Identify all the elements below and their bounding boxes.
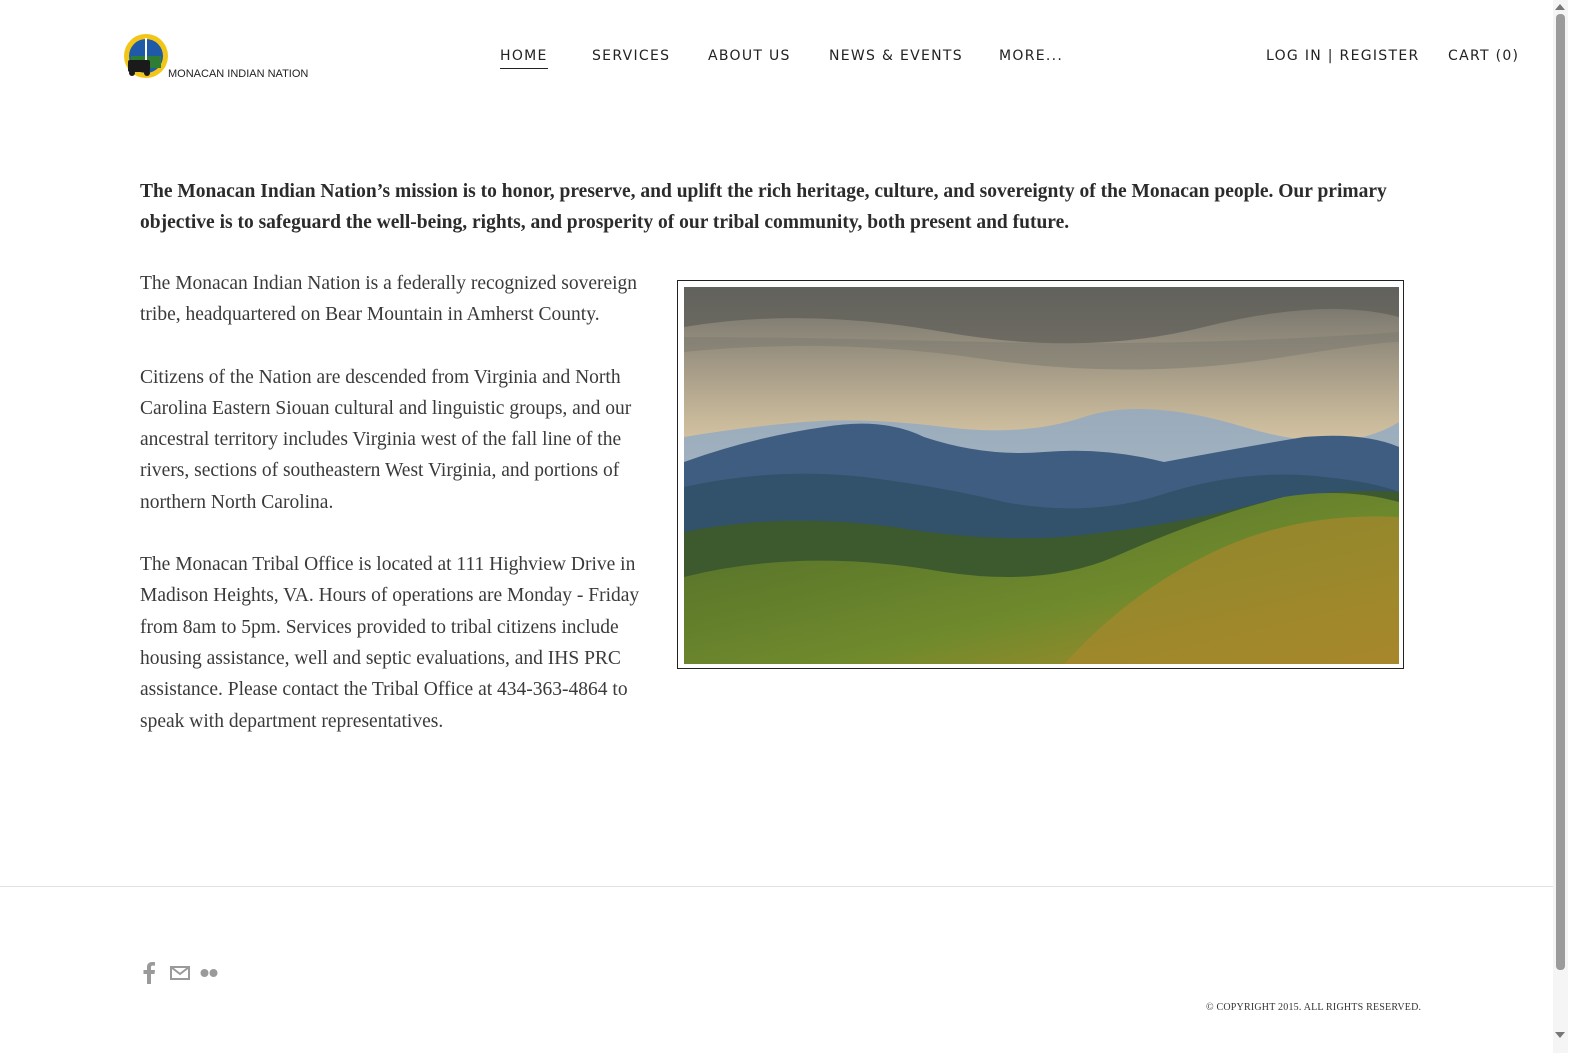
site-logo[interactable]: MONACAN INDIAN NATION (122, 32, 308, 82)
nav-home[interactable]: HOME (500, 48, 548, 69)
intro-text: The Monacan Indian Nation is a federally… (140, 268, 670, 768)
mail-icon[interactable] (170, 966, 190, 980)
nav-about-us[interactable]: ABOUT US (708, 48, 791, 64)
intro-paragraph: Citizens of the Nation are descended fro… (140, 366, 632, 513)
footer-divider (0, 886, 1553, 887)
nav-services[interactable]: SERVICES (592, 48, 670, 64)
facebook-icon[interactable] (142, 962, 156, 984)
nav-cart[interactable]: CART (0) (1448, 48, 1519, 64)
mountain-landscape-picture (684, 287, 1399, 664)
scroll-up-arrow-icon[interactable] (1555, 4, 1565, 10)
mountain-landscape-image (677, 280, 1404, 669)
nav-login-register[interactable]: LOG IN | REGISTER (1266, 48, 1420, 64)
intro-paragraph: The Monacan Indian Nation is a federally… (140, 273, 638, 326)
nav-news-events[interactable]: NEWS & EVENTS (829, 48, 963, 64)
nav-more[interactable]: MORE... (999, 48, 1063, 64)
intro-paragraph: The Monacan Tribal Office is located at … (140, 554, 640, 732)
scroll-down-arrow-icon[interactable] (1555, 1032, 1565, 1038)
scrollbar-thumb[interactable] (1556, 14, 1565, 970)
logo-emblem-icon (124, 34, 168, 78)
logo-text: MONACAN INDIAN NATION (168, 68, 309, 80)
site-header: MONACAN INDIAN NATION HOME SERVICES ABOU… (0, 0, 1553, 120)
mission-statement: The Monacan Indian Nation’s mission is t… (140, 181, 1387, 233)
copyright-text: © COPYRIGHT 2015. ALL RIGHTS RESERVED. (1206, 1002, 1422, 1013)
flickr-icon[interactable] (200, 968, 218, 978)
